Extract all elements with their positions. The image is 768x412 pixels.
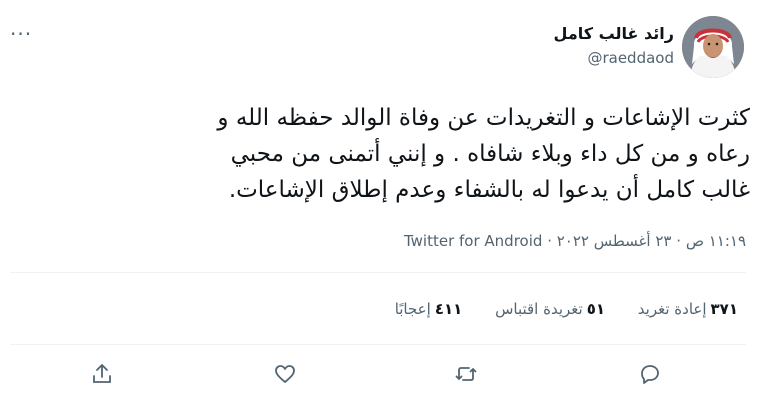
meta-separator: · (676, 232, 682, 250)
quotes-label: تغريدة اقتباس (495, 300, 583, 318)
meta-separator-2: · (547, 232, 552, 250)
avatar[interactable] (682, 16, 744, 78)
action-bar (90, 362, 680, 390)
like-button[interactable] (273, 362, 299, 388)
avatar-image (682, 16, 744, 78)
tweet-card: ··· رائد غالب كامل @raeddaod كثرت الإشاع… (0, 0, 768, 412)
tweet-date[interactable]: ٢٣ أغسطس ٢٠٢٢ (557, 232, 672, 250)
divider-top (10, 272, 746, 273)
likes-label: إعجابًا (394, 300, 431, 318)
likes-stat[interactable]: ٤١١إعجابًا (395, 300, 463, 318)
quotes-count: ٥١ (586, 300, 606, 318)
likes-count: ٤١١ (434, 300, 463, 318)
retweets-stat[interactable]: ٣٧١إعادة تغريد (638, 300, 738, 318)
reply-icon (641, 365, 659, 384)
tweet-stats: ٣٧١إعادة تغريد ٥١تغريدة اقتباس ٤١١إعجابً… (330, 300, 738, 318)
tweet-time[interactable]: ١١:١٩ ص (686, 232, 746, 250)
divider-bottom (10, 344, 746, 345)
tweet-meta: ١١:١٩ ص · ٢٣ أغسطس ٢٠٢٢ · Twitter for An… (312, 232, 746, 256)
share-icon (93, 364, 111, 383)
author-name[interactable]: رائد غالب كامل (554, 24, 674, 43)
author-handle[interactable]: @raeddaod (554, 49, 674, 67)
retweets-label: إعادة تغريد (637, 300, 707, 318)
share-button[interactable] (90, 362, 116, 388)
reply-button[interactable] (638, 362, 664, 388)
author-block: رائد غالب كامل @raeddaod (554, 24, 674, 67)
more-options-icon[interactable]: ··· (10, 22, 32, 46)
tweet-source[interactable]: Twitter for Android (404, 232, 542, 250)
quotes-stat[interactable]: ٥١تغريدة اقتباس (495, 300, 605, 318)
tweet-text: كثرت الإشاعات و التغريدات عن وفاة الوالد… (217, 105, 750, 203)
like-icon (275, 365, 295, 383)
retweet-button[interactable] (454, 362, 480, 388)
retweets-count: ٣٧١ (710, 300, 738, 318)
retweet-icon (455, 367, 477, 381)
